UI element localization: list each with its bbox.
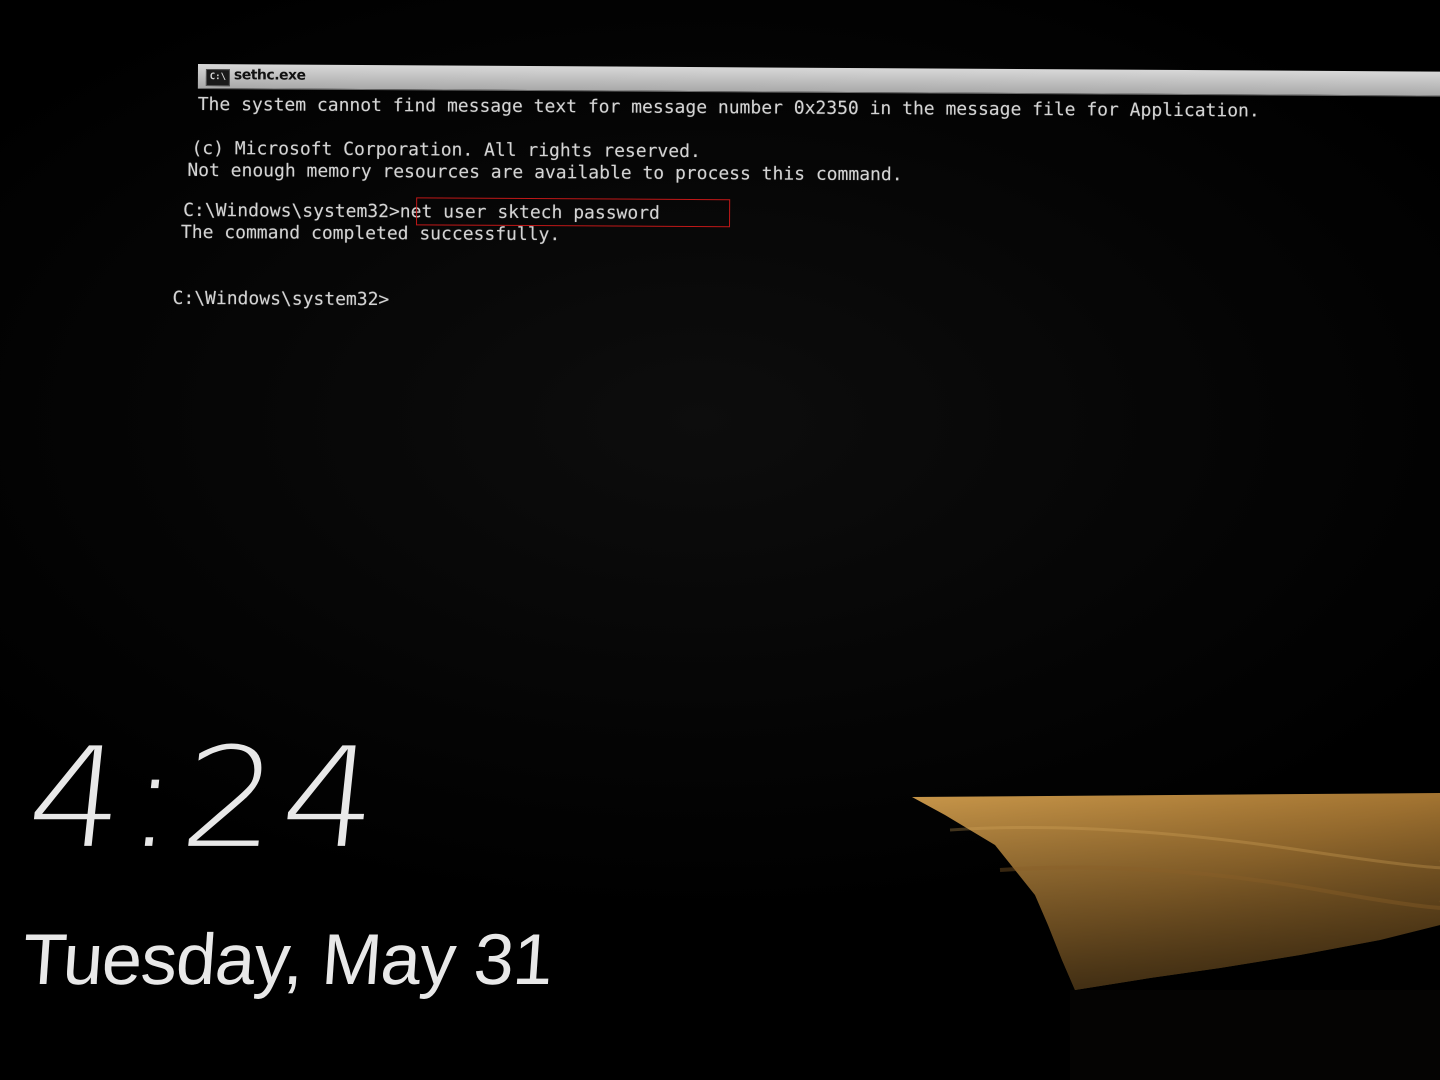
command-highlight-box bbox=[416, 197, 731, 228]
console-title: sethc.exe bbox=[233, 67, 306, 84]
console-line-error: The system cannot find message text for … bbox=[197, 93, 1260, 122]
console-line-copyright: (c) Microsoft Corporation. All rights re… bbox=[191, 137, 701, 163]
console-line-memory: Not enough memory resources are availabl… bbox=[187, 159, 903, 186]
console-window[interactable]: C:\ sethc.exe The system cannot find mes… bbox=[173, 64, 1440, 772]
lock-screen-date: Tuesday, May 31 bbox=[20, 920, 555, 1000]
lock-screen-time: 4:24 bbox=[20, 718, 391, 880]
console-prompt[interactable]: C:\Windows\system32> bbox=[172, 288, 390, 311]
lock-screen: C:\ sethc.exe The system cannot find mes… bbox=[0, 0, 1440, 1080]
console-app-icon: C:\ bbox=[205, 69, 230, 87]
console-output[interactable]: The system cannot find message text for … bbox=[173, 90, 1440, 778]
